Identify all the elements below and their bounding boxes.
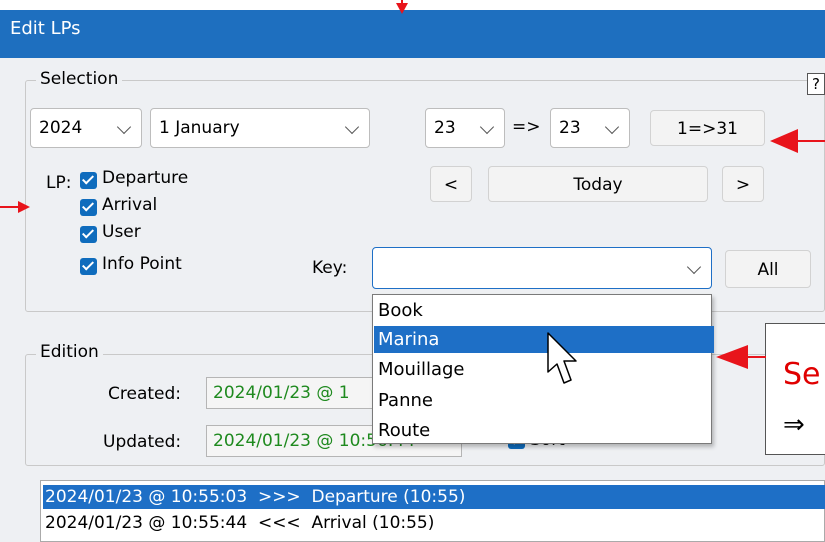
annotation-arrow-callout [716,345,766,369]
annotation-overlay [0,0,825,384]
annotation-arrow-top [396,0,408,14]
annotation-arrow-right [770,129,825,153]
mouse-cursor-icon [547,332,577,384]
annotation-arrow-left [0,201,30,213]
